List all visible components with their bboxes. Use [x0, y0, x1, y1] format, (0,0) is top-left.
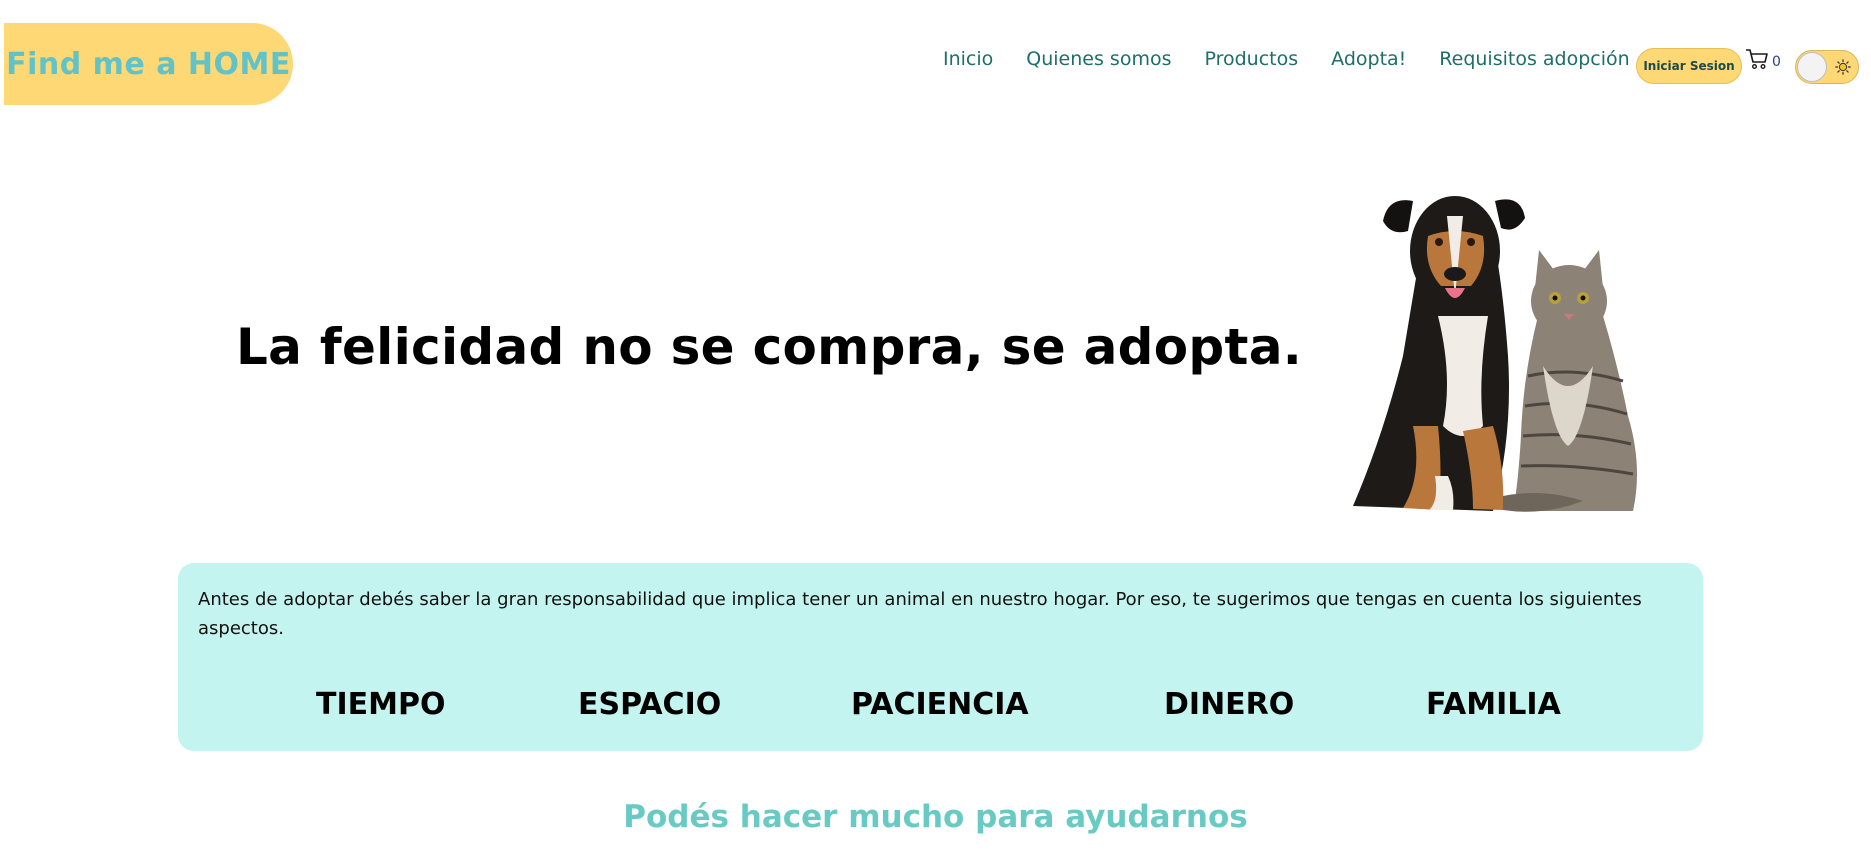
nav-link-adopta[interactable]: Adopta!: [1331, 48, 1406, 70]
login-button[interactable]: Iniciar Sesion: [1636, 48, 1742, 84]
adoption-info-box: Antes de adoptar debés saber la gran res…: [178, 563, 1703, 751]
nav-link-requisitos[interactable]: Requisitos adopción: [1439, 48, 1629, 70]
dog-and-cat-photo: [1353, 196, 1637, 512]
aspect-tiempo: TIEMPO: [316, 687, 446, 722]
main-nav: Inicio Quienes somos Productos Adopta! R…: [943, 48, 1630, 70]
help-section-title: Podés hacer mucho para ayudarnos: [623, 799, 1248, 835]
brand-logo-text: Find me a HOME: [6, 46, 291, 82]
hero-headline: La felicidad no se compra, se adopta.: [236, 318, 1303, 376]
nav-link-quienes-somos[interactable]: Quienes somos: [1026, 48, 1171, 70]
aspects-row: TIEMPO ESPACIO PACIENCIA DINERO FAMILIA: [178, 687, 1703, 727]
sun-icon: [1835, 59, 1851, 75]
cart-button[interactable]: 0: [1745, 47, 1781, 71]
aspect-dinero: DINERO: [1164, 687, 1295, 722]
aspect-espacio: ESPACIO: [578, 687, 722, 722]
aspect-paciencia: PACIENCIA: [851, 687, 1029, 722]
cart-icon: [1746, 49, 1768, 70]
toggle-knob[interactable]: [1797, 52, 1827, 82]
theme-toggle[interactable]: [1795, 50, 1859, 84]
nav-link-productos[interactable]: Productos: [1204, 48, 1298, 70]
adoption-info-text: Antes de adoptar debés saber la gran res…: [198, 589, 1642, 639]
nav-link-inicio[interactable]: Inicio: [943, 48, 993, 70]
cart-count: 0: [1772, 54, 1781, 70]
brand-logo[interactable]: Find me a HOME: [4, 23, 293, 105]
aspect-familia: FAMILIA: [1426, 687, 1561, 722]
